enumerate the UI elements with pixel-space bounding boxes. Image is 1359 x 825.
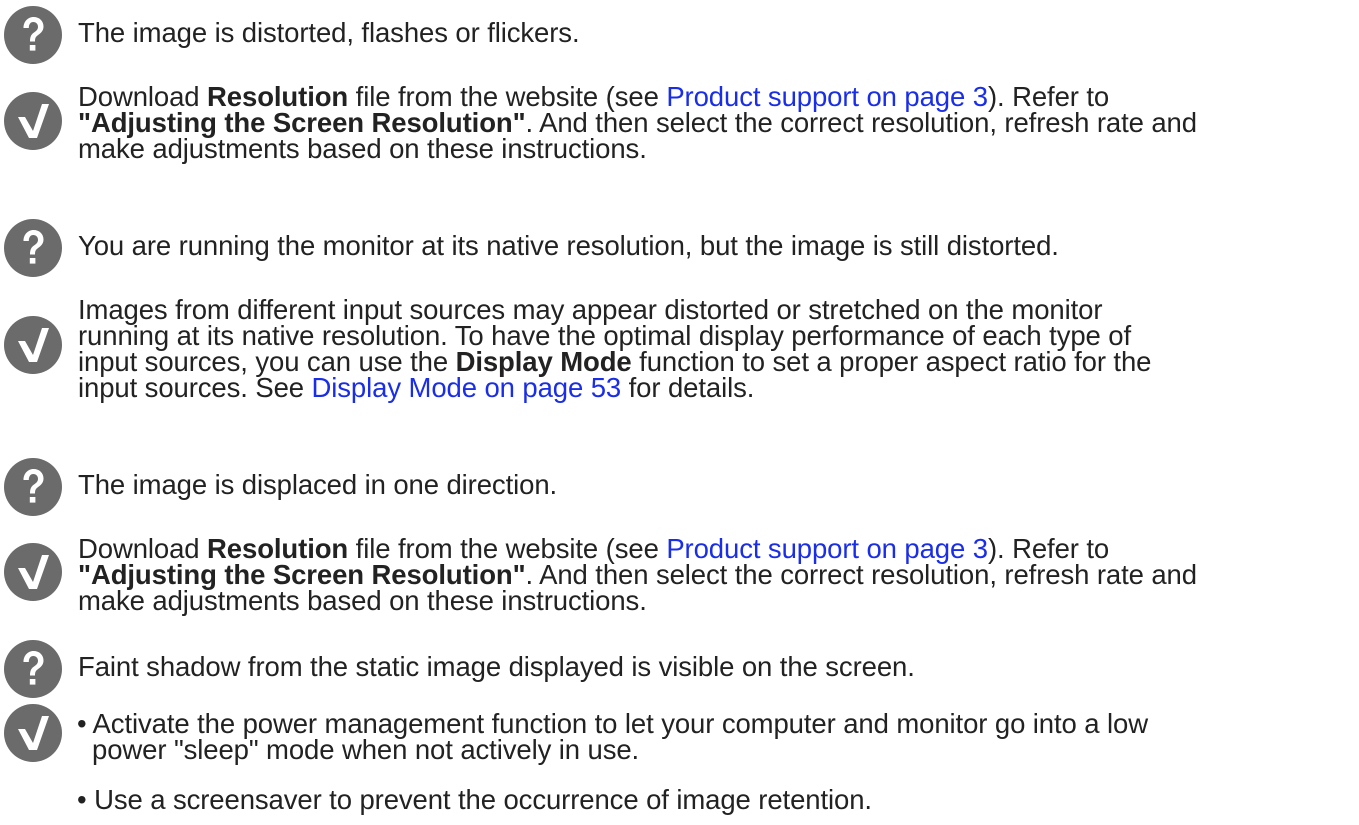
bullet-marker: • xyxy=(77,784,87,815)
question-mark-icon xyxy=(4,219,62,277)
question-mark-icon xyxy=(4,6,62,64)
solution-line: input sources. See Display Mode on page … xyxy=(78,372,755,403)
check-mark-icon xyxy=(4,316,62,374)
question-mark-icon xyxy=(4,640,62,698)
solution-bullet: • Use a screensaver to prevent the occur… xyxy=(77,784,872,815)
check-mark-icon xyxy=(4,543,62,601)
problem-text: The image is distorted, flashes or flick… xyxy=(78,17,580,48)
check-mark-icon xyxy=(4,704,62,762)
problem-text: You are running the monitor at its nativ… xyxy=(78,230,1059,261)
problem-text: Faint shadow from the static image displ… xyxy=(78,651,915,682)
solution-line: make adjustments based on these instruct… xyxy=(78,133,647,164)
bullet-marker: • xyxy=(77,708,87,739)
solution-bullet-continuation: power "sleep" mode when not actively in … xyxy=(92,734,640,765)
display-mode-link[interactable]: Display Mode on page 53 xyxy=(312,372,622,403)
solution-line: make adjustments based on these instruct… xyxy=(78,585,647,616)
problem-text: The image is displaced in one direction. xyxy=(78,469,558,500)
check-mark-icon xyxy=(4,92,62,150)
question-mark-icon xyxy=(4,458,62,516)
